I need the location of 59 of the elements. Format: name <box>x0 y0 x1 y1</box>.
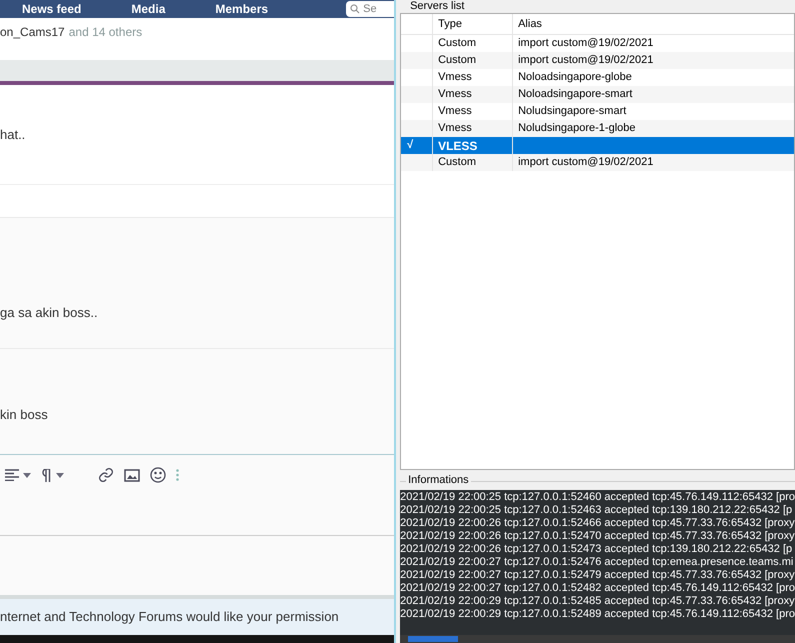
type-cell-text: Custom <box>438 36 476 52</box>
alias-cell-text: import custom@19/02/2021 <box>518 155 654 170</box>
nav-link[interactable]: Media <box>131 2 166 16</box>
scrollbar-thumb[interactable] <box>408 636 458 642</box>
type-cell-text: VLESS <box>438 138 478 154</box>
nav-link[interactable]: Members <box>215 2 268 16</box>
more-icon <box>176 469 179 481</box>
log-line: 2021/02/19 22:00:27 tcp:127.0.0.1:52479 accepted tcp:45.77.33.76:65432 [proxy <box>400 569 795 582</box>
alias-cell-text: Noloadsingapore-smart <box>518 87 632 102</box>
search-icon <box>350 4 360 14</box>
alias-cell-text: Noludsingapore-1-globe <box>518 121 636 136</box>
log-line: 2021/02/19 22:00:27 tcp:127.0.0.1:52476 accepted tcp:emea.presence.teams.mi <box>400 556 794 569</box>
log-line: 2021/02/19 22:00:29 tcp:127.0.0.1:52489 accepted tcp:45.76.149.112:65432 [pro <box>400 608 795 621</box>
type-cell-text: Custom <box>438 53 476 68</box>
reaction-users[interactable]: on_Cams17 <box>0 23 65 41</box>
log-line: 2021/02/19 22:00:25 tcp:127.0.0.1:52463 accepted tcp:139.180.212.22:65432 [p <box>400 504 794 517</box>
type-cell-text: Vmess <box>438 121 472 136</box>
group-label: Servers list <box>408 0 466 12</box>
image-icon <box>124 468 140 482</box>
type-cell-text: Custom <box>438 155 476 170</box>
banner-text: nternet and Technology Forums would like your permission <box>0 608 339 626</box>
log-line: 2021/02/19 22:00:26 tcp:127.0.0.1:52470 accepted tcp:45.77.33.76:65432 [proxy <box>400 530 795 543</box>
link-button[interactable] <box>98 467 114 483</box>
align-icon <box>5 469 19 481</box>
log-line: 2021/02/19 22:00:25 tcp:127.0.0.1:52460 accepted tcp:45.76.149.112:65432 [pro <box>400 491 795 504</box>
align-button[interactable] <box>5 469 31 481</box>
log-line: 2021/02/19 22:00:29 tcp:127.0.0.1:52485 accepted tcp:45.77.33.76:65432 [proxy <box>400 595 795 608</box>
server-row[interactable]: Vmess Noludsingapore-1-globe <box>401 120 794 137</box>
alias-cell-text: import custom@19/02/2021 <box>518 36 654 52</box>
link-icon <box>98 467 114 483</box>
log-line: 2021/02/19 22:00:26 tcp:127.0.0.1:52473 accepted tcp:139.180.212.22:65432 [p <box>400 543 794 556</box>
paragraph-button[interactable] <box>41 468 64 482</box>
server-row[interactable]: √ VLESS <box>401 137 794 154</box>
alias-cell-text: import custom@19/02/2021 <box>518 53 654 68</box>
message-text: kin boss <box>0 406 48 424</box>
smiley-icon <box>150 467 166 483</box>
image-button[interactable] <box>124 468 140 482</box>
paragraph-icon <box>41 468 52 482</box>
message-text: hat.. <box>0 126 26 144</box>
alias-cell-text: Noloadsingapore-globe <box>518 70 632 86</box>
alias-cell-text: Noludsingapore-smart <box>518 104 626 120</box>
log-line: 2021/02/19 22:00:27 tcp:127.0.0.1:52482 accepted tcp:45.76.149.112:65432 [pro <box>400 582 795 595</box>
message-text: ga sa akin boss.. <box>0 304 98 322</box>
log-line: 2021/02/19 22:00:26 tcp:127.0.0.1:52466 accepted tcp:45.77.33.76:65432 [proxy <box>400 517 795 530</box>
type-cell-text: Vmess <box>438 70 472 86</box>
column-header[interactable]: Alias <box>513 14 794 34</box>
type-cell-text: Vmess <box>438 87 472 102</box>
caret-icon <box>56 472 64 478</box>
emoji-button[interactable] <box>150 467 166 483</box>
server-row[interactable]: Custom import custom@19/02/2021 <box>401 154 794 171</box>
nav-link[interactable]: News feed <box>22 2 82 16</box>
check-mark: √ <box>407 138 414 154</box>
search-field[interactable]: Se <box>346 1 394 17</box>
group-label: Informations <box>406 474 471 486</box>
type-cell-text: Vmess <box>438 104 472 120</box>
column-header[interactable]: Type <box>433 14 514 34</box>
caret-icon <box>23 472 31 478</box>
server-row[interactable]: Vmess Noloadsingapore-smart <box>401 86 794 103</box>
server-row[interactable]: Custom import custom@19/02/2021 <box>401 52 794 69</box>
